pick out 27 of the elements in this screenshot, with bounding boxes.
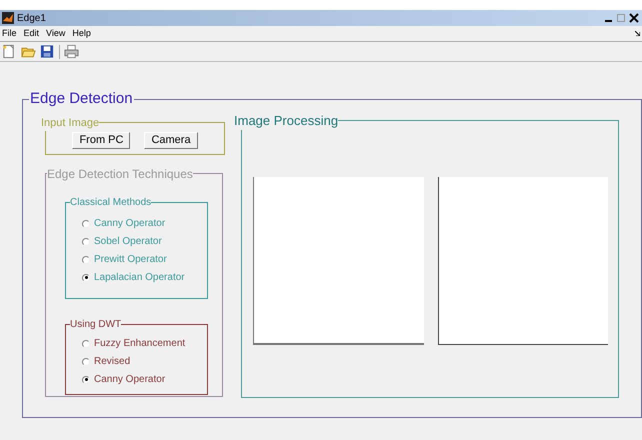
- close-icon[interactable]: [628, 12, 640, 24]
- panel-title: Image Processing: [234, 112, 338, 130]
- radio-option[interactable]: Canny Operator: [82, 374, 207, 386]
- radio-option[interactable]: Fuzzy Enhancement: [82, 338, 207, 350]
- app-icon: [2, 12, 14, 24]
- menu-item[interactable]: Edit: [24, 26, 40, 40]
- radio-button[interactable]: [82, 256, 90, 264]
- panel-title: Using DWT: [70, 318, 122, 332]
- panel-title: Input Image: [41, 116, 100, 130]
- menu-item[interactable]: Help: [72, 26, 91, 40]
- radio-button[interactable]: [82, 238, 90, 246]
- menu-item[interactable]: View: [46, 26, 66, 40]
- menu-item[interactable]: File: [2, 26, 17, 40]
- window-title: Edge1: [17, 12, 46, 26]
- panel-title: Edge Detection Techniques: [47, 166, 193, 182]
- radio-button[interactable]: [82, 220, 90, 228]
- printer-icon[interactable]: [64, 44, 79, 59]
- push-button[interactable]: From PC: [72, 132, 130, 149]
- panel-title: Edge Detection: [29, 89, 134, 109]
- radio-button[interactable]: [82, 358, 90, 366]
- radio-button[interactable]: [82, 274, 90, 282]
- radio-button[interactable]: [82, 376, 90, 384]
- dock-arrow-icon[interactable]: [635, 31, 640, 36]
- radio-option[interactable]: Revised: [82, 356, 207, 368]
- push-button[interactable]: Camera: [144, 132, 198, 149]
- panel-title: Classical Methods: [70, 196, 152, 210]
- radio-button[interactable]: [82, 340, 90, 348]
